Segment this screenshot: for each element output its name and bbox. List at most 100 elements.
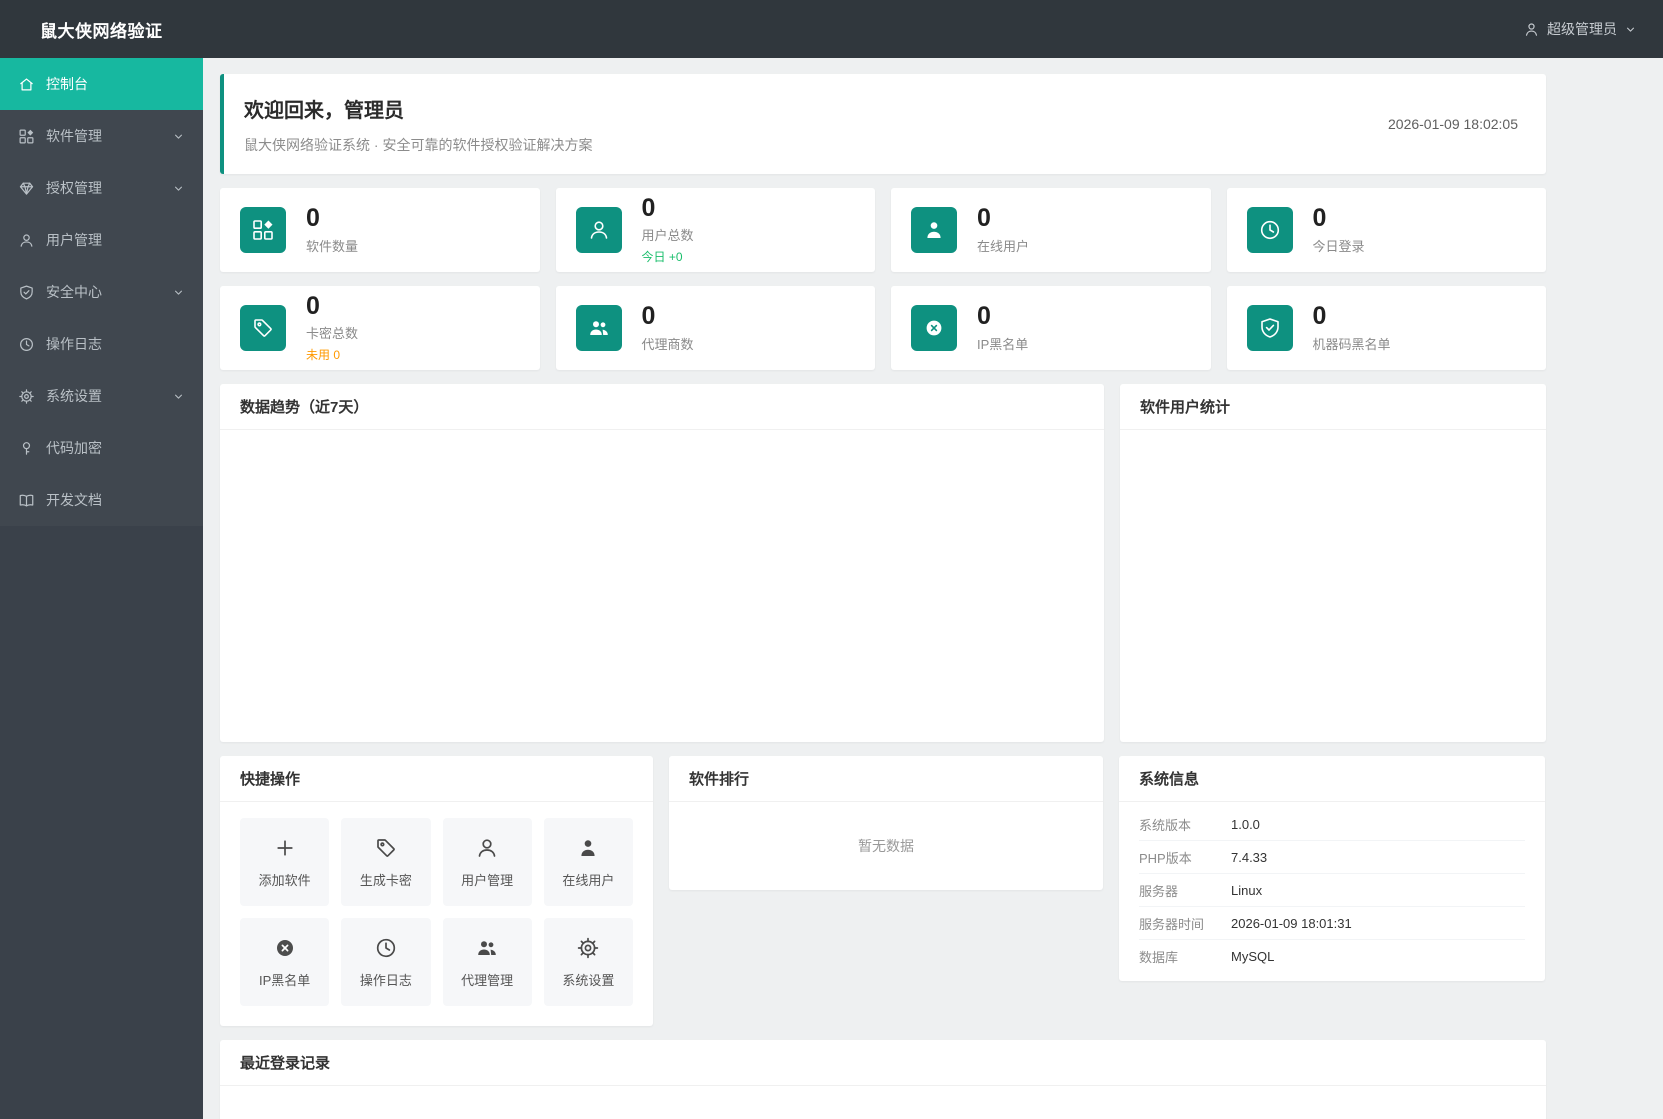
stats-row-2: 0 卡密总数 未用 0 0 代理商数 0 IP黑名单 0 机器码黑名单 [220, 286, 1546, 370]
quick-action-add-software[interactable]: 添加软件 [240, 818, 330, 906]
stat-icon-box [575, 207, 622, 253]
tag-icon [254, 319, 272, 337]
stat-label: 机器码黑名单 [1312, 336, 1391, 352]
quick-action-label: 用户管理 [461, 872, 514, 888]
system-info-title: 系统信息 [1119, 756, 1545, 802]
stat-card-software-count: 0 软件数量 [220, 188, 540, 272]
stat-value: 0 [641, 193, 656, 222]
home-icon [20, 77, 33, 90]
stat-label: 卡密总数 [306, 326, 359, 342]
person-icon [927, 222, 941, 238]
stat-label: 软件数量 [306, 238, 359, 254]
sidebar-item-security[interactable]: 安全中心 [0, 266, 203, 318]
quick-action-label: 操作日志 [359, 972, 412, 988]
stat-label: 代理商数 [641, 336, 694, 352]
current-datetime: 2026-01-09 18:02:05 [1388, 116, 1518, 132]
user-icon [590, 221, 607, 239]
sidebar-item-logs[interactable]: 操作日志 [0, 318, 203, 370]
quick-action-label: IP黑名单 [258, 972, 311, 988]
info-value: 1.0.0 [1231, 816, 1260, 832]
tag-icon [377, 838, 395, 857]
sidebar-item-software[interactable]: 软件管理 [0, 110, 203, 162]
stat-label: 今日登录 [1312, 238, 1365, 254]
quick-action-user-management[interactable]: 用户管理 [442, 818, 532, 906]
stat-texts: 0 代理商数 [642, 303, 694, 353]
trend-chart-title: 数据趋势（近7天） [220, 384, 1104, 430]
quick-actions-title: 快捷操作 [220, 756, 653, 802]
info-value: MySQL [1231, 949, 1275, 964]
sidebar-item-label: 安全中心 [46, 284, 102, 300]
software-ranking-empty: 暂无数据 [858, 838, 914, 854]
quick-action-generate-keys[interactable]: 生成卡密 [341, 818, 431, 906]
plus-icon [276, 839, 293, 856]
sidebar-item-users[interactable]: 用户管理 [0, 214, 203, 266]
stat-texts: 0 今日登录 [1313, 205, 1365, 255]
quick-action-label: 系统设置 [562, 972, 615, 988]
sidebar-item-authorization[interactable]: 授权管理 [0, 162, 203, 214]
quick-action-online-users[interactable]: 在线用户 [543, 818, 633, 906]
quick-actions-grid: 添加软件 生成卡密 用户管理 在线用户 IP黑名单 操作日志 代理管理 系统设置 [220, 802, 653, 1026]
user-icon [1525, 22, 1538, 36]
stat-label: 在线用户 [977, 238, 1030, 254]
quick-action-label: 添加软件 [258, 872, 311, 888]
clock-icon [376, 938, 396, 957]
stat-value: 0 [641, 302, 656, 331]
sidebar-item-label: 系统设置 [46, 388, 102, 404]
system-info-rows: 系统版本 1.0.0 PHP版本 7.4.33 服务器 Linux 服务器时间 … [1119, 802, 1545, 981]
stat-icon-box [240, 305, 286, 351]
gear-icon [19, 388, 34, 404]
welcome-title: 欢迎回来，管理员 [244, 99, 404, 122]
users-icon [589, 321, 608, 335]
quick-action-ip-blacklist[interactable]: IP黑名单 [240, 918, 330, 1006]
user-icon [478, 838, 496, 857]
book-icon [19, 494, 34, 506]
info-label: 系统版本 [1139, 817, 1192, 833]
chevron-down-icon [174, 134, 183, 139]
charts-row: 数据趋势（近7天） 软件用户统计 [220, 384, 1546, 742]
person-icon [581, 839, 595, 856]
user-stats-chart-body [1120, 430, 1546, 742]
quick-action-operation-logs[interactable]: 操作日志 [341, 918, 431, 1006]
sidebar-item-settings[interactable]: 系统设置 [0, 370, 203, 422]
apps-icon [253, 220, 273, 240]
chevron-down-icon [174, 290, 183, 295]
clock-icon [20, 337, 33, 351]
sidebar-item-encryption[interactable]: 代码加密 [0, 422, 203, 474]
sidebar-item-dashboard[interactable]: 控制台 [0, 58, 203, 110]
sidebar-item-label: 用户管理 [46, 232, 102, 248]
stat-icon-box [911, 207, 957, 253]
quick-action-label: 代理管理 [461, 972, 514, 988]
stat-texts: 0 机器码黑名单 [1313, 303, 1391, 353]
stat-texts: 0 软件数量 [306, 205, 358, 255]
chevron-down-icon [174, 186, 183, 191]
stat-icon-box [575, 305, 622, 351]
info-value: 7.4.33 [1231, 849, 1268, 865]
stat-value: 0 [1312, 302, 1327, 331]
quick-action-agent-management[interactable]: 代理管理 [442, 918, 532, 1006]
stat-icon-box [240, 207, 286, 253]
users-icon [478, 940, 496, 955]
gear-icon [578, 937, 599, 958]
stat-card-user-total: 0 用户总数 今日 +0 [555, 188, 875, 272]
system-info-row-version: 系统版本 1.0.0 [1139, 808, 1525, 841]
stat-value: 0 [977, 204, 991, 233]
user-menu-label: 超级管理员 [1547, 21, 1617, 37]
recent-logins-title: 最近登录记录 [220, 1040, 1546, 1086]
shield-check-icon [1260, 318, 1279, 338]
stat-value: 0 [1312, 204, 1327, 233]
quick-action-system-settings[interactable]: 系统设置 [543, 918, 633, 1006]
stat-icon-box [1246, 207, 1293, 253]
stat-value: 0 [977, 302, 991, 331]
user-icon [20, 233, 33, 247]
user-stats-chart-panel: 软件用户统计 [1120, 384, 1546, 742]
quick-actions-panel: 快捷操作 添加软件 生成卡密 用户管理 在线用户 IP黑名单 操作日志 代理管理… [220, 756, 653, 1026]
stat-texts: 0 卡密总数 未用 0 [306, 292, 359, 364]
user-menu[interactable]: 超级管理员 [1523, 19, 1663, 39]
software-ranking-panel: 软件排行 暂无数据 [669, 756, 1103, 890]
sidebar-item-docs[interactable]: 开发文档 [0, 474, 203, 526]
quick-action-label: 在线用户 [562, 872, 615, 888]
stat-value: 0 [306, 204, 320, 233]
stat-sub-today: 今日 +0 [641, 250, 683, 265]
system-info-row-server: 服务器 Linux [1139, 874, 1525, 907]
welcome-subtitle: 鼠大侠网络验证系统 · 安全可靠的软件授权验证解决方案 [244, 136, 593, 153]
